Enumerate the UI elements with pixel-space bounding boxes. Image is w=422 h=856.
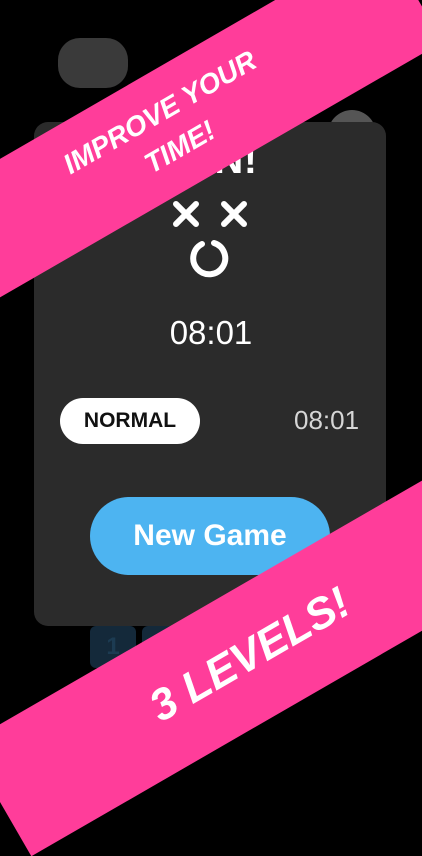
level-badge: NORMAL (60, 398, 200, 444)
background-menu-pill (58, 38, 128, 88)
level-best-time: 08:01 (294, 405, 360, 435)
dizzy-face-icon (173, 201, 247, 278)
elapsed-time: 08:01 (169, 314, 253, 351)
